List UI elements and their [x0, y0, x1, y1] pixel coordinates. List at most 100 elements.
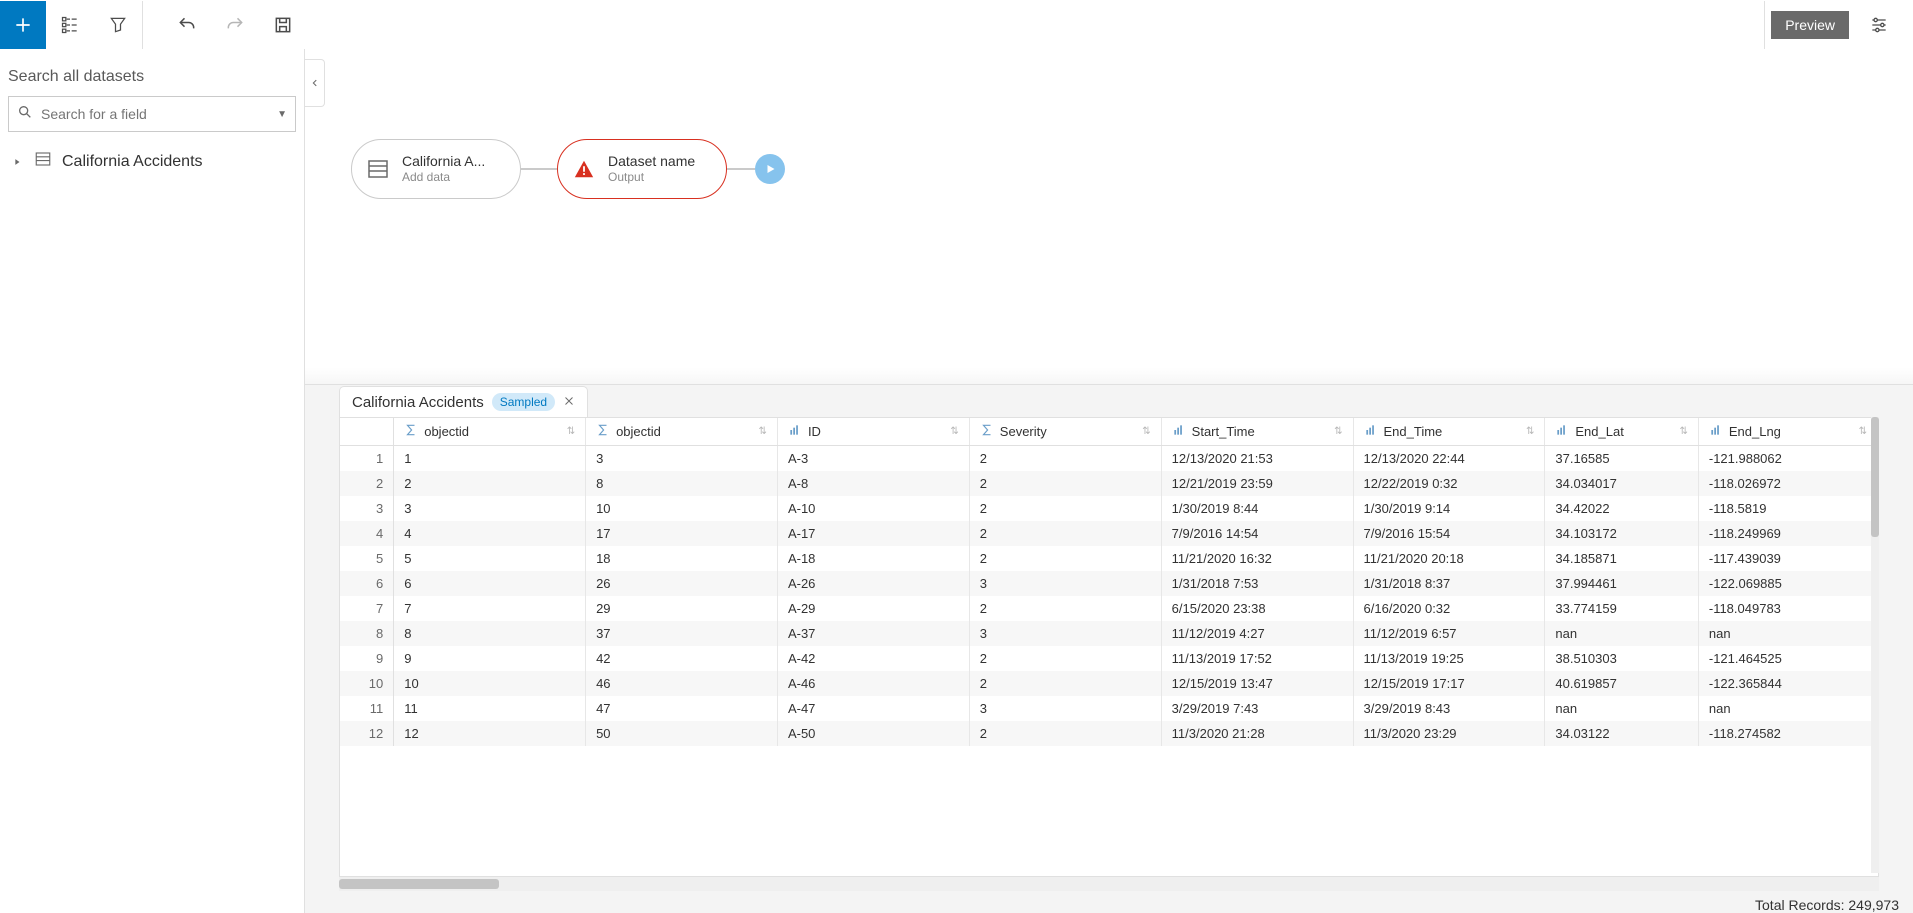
column-header[interactable]: End_Lng⇅	[1698, 418, 1877, 446]
node-output-dataset[interactable]: Dataset name Output	[557, 139, 727, 199]
cell: 12/15/2019 17:17	[1353, 671, 1545, 696]
cell: A-37	[777, 621, 969, 646]
filter-icon[interactable]	[94, 1, 142, 49]
row-number: 9	[340, 646, 394, 671]
cell: A-42	[777, 646, 969, 671]
search-input[interactable]	[41, 106, 277, 122]
search-input-wrapper[interactable]: ▼	[8, 96, 296, 132]
row-number: 10	[340, 671, 394, 696]
cell: -118.049783	[1698, 596, 1877, 621]
column-header[interactable]: Start_Time⇅	[1161, 418, 1353, 446]
table-icon	[34, 150, 52, 173]
table-icon	[364, 155, 392, 183]
cell: -118.5819	[1698, 496, 1877, 521]
cell: 4	[394, 521, 586, 546]
cell: A-26	[777, 571, 969, 596]
cell: 11	[394, 696, 586, 721]
row-number: 1	[340, 446, 394, 472]
table-row[interactable]: 7729A-2926/15/2020 23:386/16/2020 0:3233…	[340, 596, 1878, 621]
dataset-tree-item[interactable]: California Accidents	[8, 144, 296, 179]
bars-icon	[1709, 423, 1723, 440]
cell: 2	[969, 496, 1161, 521]
node-input-dataset[interactable]: California A... Add data	[351, 139, 521, 199]
node-title: Dataset name	[608, 153, 695, 170]
cell: 47	[586, 696, 778, 721]
row-number: 11	[340, 696, 394, 721]
bars-icon	[788, 423, 802, 440]
horizontal-scrollbar[interactable]	[339, 877, 1879, 891]
cell: 2	[969, 471, 1161, 496]
cell: nan	[1545, 696, 1698, 721]
cell: A-46	[777, 671, 969, 696]
sigma-icon	[596, 423, 610, 440]
table-row[interactable]: 111147A-4733/29/2019 7:433/29/2019 8:43n…	[340, 696, 1878, 721]
table-row[interactable]: 9942A-42211/13/2019 17:5211/13/2019 19:2…	[340, 646, 1878, 671]
cell: 50	[586, 721, 778, 746]
table-row[interactable]: 5518A-18211/21/2020 16:3211/21/2020 20:1…	[340, 546, 1878, 571]
table-row[interactable]: 113A-3212/13/2020 21:5312/13/2020 22:443…	[340, 446, 1878, 472]
sort-icon[interactable]: ⇅	[1859, 426, 1867, 437]
close-icon[interactable]	[563, 394, 575, 411]
table-row[interactable]: 101046A-46212/15/2019 13:4712/15/2019 17…	[340, 671, 1878, 696]
collapse-sidebar-button[interactable]	[305, 59, 325, 107]
column-header[interactable]: objectid⇅	[586, 418, 778, 446]
cell: 2	[969, 446, 1161, 472]
column-header[interactable]: ID⇅	[777, 418, 969, 446]
sort-icon[interactable]: ⇅	[567, 426, 575, 437]
cell: 42	[586, 646, 778, 671]
row-number: 5	[340, 546, 394, 571]
vertical-scrollbar[interactable]	[1871, 417, 1879, 873]
sort-icon[interactable]: ⇅	[1679, 426, 1687, 437]
table-row[interactable]: 8837A-37311/12/2019 4:2711/12/2019 6:57n…	[340, 621, 1878, 646]
undo-button[interactable]	[163, 1, 211, 49]
row-number-header	[340, 418, 394, 446]
column-header[interactable]: End_Time⇅	[1353, 418, 1545, 446]
row-number: 2	[340, 471, 394, 496]
row-number: 3	[340, 496, 394, 521]
schema-icon[interactable]	[46, 1, 94, 49]
data-table[interactable]: objectid⇅objectid⇅ID⇅Severity⇅Start_Time…	[340, 418, 1878, 746]
sort-icon[interactable]: ⇅	[1334, 426, 1342, 437]
cell: 11/3/2020 23:29	[1353, 721, 1545, 746]
redo-button[interactable]	[211, 1, 259, 49]
table-row[interactable]: 121250A-50211/3/2020 21:2811/3/2020 23:2…	[340, 721, 1878, 746]
column-header[interactable]: objectid⇅	[394, 418, 586, 446]
table-row[interactable]: 3310A-1021/30/2019 8:441/30/2019 9:1434.…	[340, 496, 1878, 521]
tab-label: California Accidents	[352, 394, 484, 411]
column-header[interactable]: Severity⇅	[969, 418, 1161, 446]
add-button[interactable]	[0, 1, 46, 49]
cell: 12/22/2019 0:32	[1353, 471, 1545, 496]
cell: 7	[394, 596, 586, 621]
cell: -118.026972	[1698, 471, 1877, 496]
expand-icon[interactable]	[12, 157, 24, 167]
column-header[interactable]: End_Lat⇅	[1545, 418, 1698, 446]
cell: 11/21/2020 16:32	[1161, 546, 1353, 571]
chevron-down-icon[interactable]: ▼	[277, 109, 287, 120]
row-number: 12	[340, 721, 394, 746]
run-button[interactable]	[755, 154, 785, 184]
cell: 3/29/2019 7:43	[1161, 696, 1353, 721]
sidebar-title: Search all datasets	[8, 68, 296, 86]
table-row[interactable]: 228A-8212/21/2019 23:5912/22/2019 0:3234…	[340, 471, 1878, 496]
save-button[interactable]	[259, 1, 307, 49]
preview-button[interactable]: Preview	[1771, 11, 1849, 39]
sort-icon[interactable]: ⇅	[950, 426, 958, 437]
sort-icon[interactable]: ⇅	[1142, 426, 1150, 437]
table-row[interactable]: 6626A-2631/31/2018 7:531/31/2018 8:3737.…	[340, 571, 1878, 596]
cell: 11/21/2020 20:18	[1353, 546, 1545, 571]
cell: 8	[586, 471, 778, 496]
settings-icon[interactable]	[1855, 1, 1903, 49]
cell: -118.249969	[1698, 521, 1877, 546]
sort-icon[interactable]: ⇅	[1526, 426, 1534, 437]
cell: 12/15/2019 13:47	[1161, 671, 1353, 696]
cell: -121.464525	[1698, 646, 1877, 671]
cell: 10	[586, 496, 778, 521]
cell: 6/16/2020 0:32	[1353, 596, 1545, 621]
workflow-canvas[interactable]: California A... Add data Dataset name Ou…	[305, 49, 1913, 385]
sort-icon[interactable]: ⇅	[759, 426, 767, 437]
preview-tab[interactable]: California Accidents Sampled	[339, 386, 588, 417]
table-row[interactable]: 4417A-1727/9/2016 14:547/9/2016 15:5434.…	[340, 521, 1878, 546]
node-subtitle: Add data	[402, 170, 485, 184]
cell: -122.365844	[1698, 671, 1877, 696]
cell: 29	[586, 596, 778, 621]
